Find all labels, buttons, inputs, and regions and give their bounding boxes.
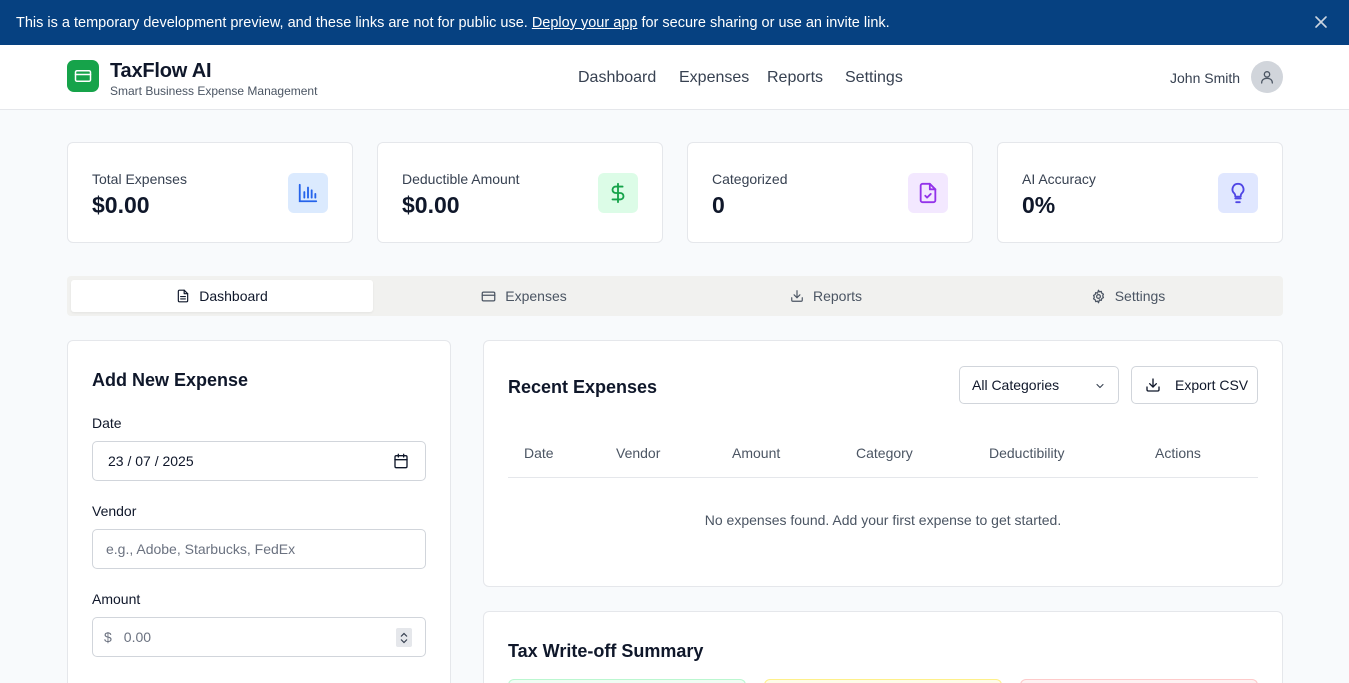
stat-label: Deductible Amount: [402, 171, 520, 187]
column-header-date: Date: [524, 445, 554, 461]
column-header-deductibility: Deductibility: [989, 445, 1065, 461]
stat-card-ai-accuracy: AI Accuracy 0%: [997, 142, 1283, 243]
app-header: TaxFlow AI Smart Business Expense Manage…: [0, 45, 1349, 110]
nav-reports[interactable]: Reports: [767, 69, 823, 87]
export-csv-label: Export CSV: [1175, 377, 1249, 393]
deploy-app-link[interactable]: Deploy your app: [532, 15, 638, 31]
amount-field[interactable]: $ 0.00: [92, 617, 426, 657]
tax-summary-title: Tax Write-off Summary: [508, 641, 704, 661]
summary-card-partial: [764, 679, 1002, 683]
tab-label: Expenses: [505, 288, 567, 304]
calendar-icon[interactable]: [393, 453, 409, 469]
amount-placeholder: 0.00: [123, 629, 152, 645]
add-expense-title: Add New Expense: [92, 370, 249, 390]
stat-value: $0.00: [92, 192, 150, 218]
user-name: John Smith: [1170, 70, 1241, 86]
summary-card-non-deductible: [1020, 679, 1258, 683]
gear-icon: [1091, 289, 1106, 304]
credit-card-icon: [481, 289, 496, 304]
banner-text: This is a temporary development preview,…: [16, 14, 890, 31]
tab-dashboard[interactable]: Dashboard: [71, 280, 373, 312]
app-title: TaxFlow AI: [110, 60, 212, 82]
stat-card-total-expenses: Total Expenses $0.00: [67, 142, 353, 243]
tax-summary-card: Tax Write-off Summary: [483, 611, 1283, 683]
vendor-label: Vendor: [92, 503, 137, 519]
stat-value: $0.00: [402, 192, 460, 218]
column-header-actions: Actions: [1155, 445, 1201, 461]
vendor-placeholder: e.g., Adobe, Starbucks, FedEx: [106, 541, 296, 557]
stat-value: 0%: [1022, 192, 1056, 218]
download-icon: [790, 289, 804, 303]
category-filter-value: All Categories: [972, 377, 1060, 393]
tab-label: Settings: [1114, 288, 1166, 304]
empty-state-message: No expenses found. Add your first expens…: [704, 512, 1062, 528]
category-filter-select[interactable]: All Categories: [959, 366, 1119, 404]
stat-label: AI Accuracy: [1022, 171, 1096, 187]
vendor-field[interactable]: e.g., Adobe, Starbucks, FedEx: [92, 529, 426, 569]
summary-card-deductible: [508, 679, 746, 683]
close-icon[interactable]: [1313, 14, 1329, 30]
tab-expenses[interactable]: Expenses: [373, 280, 675, 312]
column-header-amount: Amount: [732, 445, 781, 461]
avatar[interactable]: [1251, 61, 1283, 93]
dev-preview-banner: This is a temporary development preview,…: [0, 0, 1349, 45]
nav-dashboard[interactable]: Dashboard: [578, 69, 656, 87]
tab-label: Dashboard: [199, 288, 268, 304]
lightbulb-icon: [1218, 173, 1258, 213]
dollar-icon: [598, 173, 638, 213]
currency-prefix: $: [104, 629, 112, 645]
table-divider: [508, 477, 1258, 478]
credit-card-icon[interactable]: [67, 60, 99, 92]
nav-settings[interactable]: Settings: [845, 69, 903, 87]
recent-expenses-card: Recent Expenses All Categories Export CS…: [483, 340, 1283, 587]
date-field[interactable]: 23 / 07 / 2025: [92, 441, 426, 481]
stat-card-categorized: Categorized 0: [687, 142, 973, 243]
main-tabs: Dashboard Expenses Reports Settings: [67, 276, 1283, 316]
recent-expenses-title: Recent Expenses: [508, 377, 658, 397]
date-value: 23 / 07 / 2025: [108, 453, 194, 469]
number-stepper[interactable]: [396, 628, 412, 647]
chevron-down-icon: [1094, 380, 1106, 392]
column-header-vendor: Vendor: [616, 445, 661, 461]
nav-expenses[interactable]: Expenses: [679, 69, 749, 87]
user-icon: [1259, 69, 1275, 85]
app-subtitle: Smart Business Expense Management: [110, 84, 318, 98]
column-header-category: Category: [856, 445, 913, 461]
amount-label: Amount: [92, 591, 141, 607]
bar-chart-icon: [288, 173, 328, 213]
stat-value: 0: [712, 192, 725, 218]
file-text-icon: [176, 289, 190, 303]
tab-reports[interactable]: Reports: [675, 280, 977, 312]
stat-label: Total Expenses: [92, 171, 187, 187]
file-check-icon: [908, 173, 948, 213]
tab-settings[interactable]: Settings: [977, 280, 1279, 312]
add-expense-card: Add New Expense Date 23 / 07 / 2025 Vend…: [67, 340, 451, 683]
stat-card-deductible-amount: Deductible Amount $0.00: [377, 142, 663, 243]
tab-label: Reports: [812, 288, 863, 304]
stat-label: Categorized: [712, 171, 788, 187]
export-csv-button[interactable]: Export CSV: [1131, 366, 1258, 404]
download-icon: [1145, 377, 1161, 393]
date-label: Date: [92, 415, 122, 431]
